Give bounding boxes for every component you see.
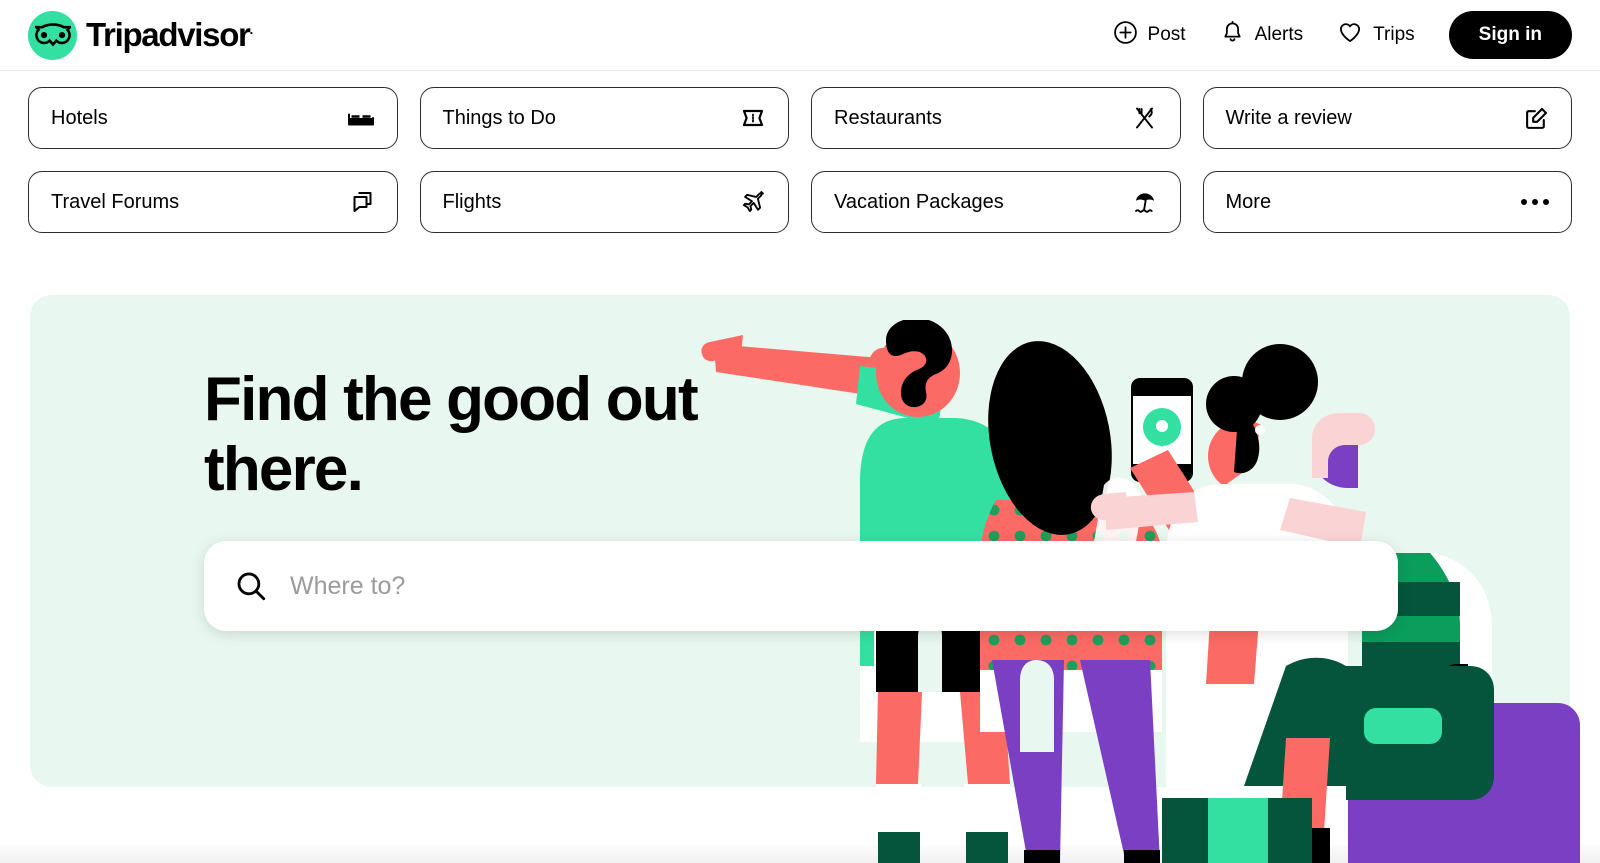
- header-nav: Post Alerts Trips Sign in: [1113, 11, 1572, 59]
- plus-circle-icon: [1113, 20, 1138, 51]
- nav-pill-hotels-label: Hotels: [51, 106, 108, 129]
- site-header: Tripadvisor. Post Alerts Trips Sign in: [0, 0, 1600, 71]
- nav-pill-things-to-do-label: Things to Do: [442, 106, 556, 129]
- beach-umbrella-icon: [1132, 190, 1158, 215]
- category-nav: Hotels Things to Do Restaurants Write a …: [0, 71, 1600, 233]
- hero-title-line-1: Find the good out: [204, 365, 699, 434]
- brand-wordmark: Tripadvisor.: [86, 16, 254, 53]
- search-icon: [234, 569, 268, 603]
- hero-heading: Find the good out there.: [204, 365, 824, 505]
- hero-title-line-2: there.: [204, 435, 364, 505]
- nav-pill-vacation-packages[interactable]: Vacation Packages: [811, 171, 1181, 233]
- airplane-icon: [740, 190, 766, 215]
- owl-logo-icon: [28, 10, 77, 60]
- nav-pill-flights-label: Flights: [442, 190, 502, 213]
- destination-search-bar[interactable]: [204, 541, 1398, 631]
- header-nav-post[interactable]: Post: [1113, 20, 1186, 51]
- bell-icon: [1220, 20, 1245, 51]
- search-input[interactable]: [290, 541, 1280, 631]
- nav-pill-write-a-review-label: Write a review: [1225, 106, 1352, 129]
- nav-pill-travel-forums-label: Travel Forums: [51, 190, 180, 213]
- header-nav-alerts[interactable]: Alerts: [1220, 20, 1304, 51]
- header-nav-trips-label: Trips: [1373, 24, 1415, 45]
- bed-icon: [347, 107, 375, 129]
- ticket-icon: [740, 107, 766, 129]
- nav-pill-things-to-do[interactable]: Things to Do: [419, 87, 789, 149]
- header-nav-trips[interactable]: Trips: [1337, 19, 1415, 51]
- nav-pill-travel-forums[interactable]: Travel Forums: [28, 171, 398, 233]
- chat-bubbles-icon: [350, 190, 375, 214]
- header-nav-alerts-label: Alerts: [1254, 24, 1304, 45]
- nav-pill-more[interactable]: More: [1202, 171, 1572, 233]
- cutlery-icon: [1132, 106, 1158, 130]
- viewport-bottom-strip: [0, 845, 1600, 863]
- nav-pill-vacation-packages-label: Vacation Packages: [834, 190, 1004, 213]
- sign-in-button[interactable]: Sign in: [1448, 11, 1572, 59]
- edit-pencil-icon: [1524, 106, 1549, 131]
- tripadvisor-logo[interactable]: Tripadvisor.: [28, 10, 254, 60]
- nav-pill-hotels[interactable]: Hotels: [28, 87, 398, 149]
- nav-pill-write-a-review[interactable]: Write a review: [1202, 87, 1572, 149]
- nav-pill-more-label: More: [1225, 190, 1272, 213]
- ellipsis-icon: [1521, 199, 1549, 205]
- nav-pill-restaurants[interactable]: Restaurants: [811, 87, 1181, 149]
- nav-pill-restaurants-label: Restaurants: [834, 106, 942, 129]
- heart-icon: [1337, 19, 1363, 51]
- header-nav-post-label: Post: [1147, 24, 1186, 45]
- nav-pill-flights[interactable]: Flights: [419, 171, 789, 233]
